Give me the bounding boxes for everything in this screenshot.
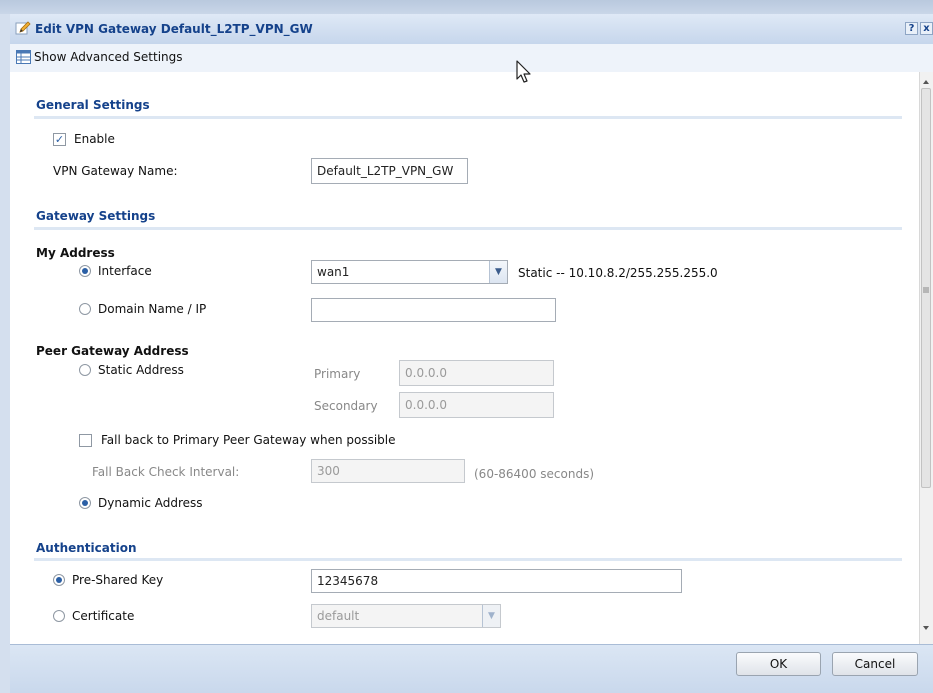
interface-label: Interface (98, 264, 152, 278)
interface-address-info: Static -- 10.10.8.2/255.255.255.0 (518, 266, 718, 280)
chevron-down-icon[interactable]: ▼ (489, 261, 507, 283)
primary-label: Primary (314, 367, 361, 381)
fallback-interval-label: Fall Back Check Interval: (92, 465, 240, 479)
table-icon (16, 50, 31, 64)
dynamic-address-radio[interactable] (79, 497, 91, 509)
gateway-name-label: VPN Gateway Name: (53, 164, 178, 178)
pre-shared-key-field[interactable]: 12345678 (311, 569, 682, 593)
section-divider (34, 227, 902, 230)
secondary-label: Secondary (314, 399, 378, 413)
certificate-select[interactable]: default (311, 604, 501, 628)
gateway-name-field[interactable]: Default_L2TP_VPN_GW (311, 158, 468, 184)
dynamic-address-label: Dynamic Address (98, 496, 203, 510)
domain-name-radio[interactable] (79, 303, 91, 315)
cancel-button[interactable]: Cancel (832, 652, 918, 676)
help-button[interactable]: ? (905, 22, 918, 35)
my-address-heading: My Address (36, 246, 115, 260)
show-advanced-settings-button[interactable]: Show Advanced Settings (34, 50, 183, 64)
close-button[interactable]: x (920, 22, 933, 35)
scroll-up-icon[interactable] (921, 76, 931, 86)
general-settings-heading: General Settings (36, 98, 150, 112)
secondary-address-field[interactable]: 0.0.0.0 (399, 392, 554, 418)
dialog-title: Edit VPN Gateway Default_L2TP_VPN_GW (35, 22, 313, 36)
edit-pencil-icon (15, 20, 31, 36)
domain-name-label: Domain Name / IP (98, 302, 207, 316)
section-divider (34, 116, 902, 119)
pre-shared-key-label: Pre-Shared Key (72, 573, 164, 587)
pre-shared-key-radio[interactable] (53, 574, 65, 586)
static-address-label: Static Address (98, 363, 184, 377)
primary-address-field[interactable]: 0.0.0.0 (399, 360, 554, 386)
peer-gateway-heading: Peer Gateway Address (36, 344, 189, 358)
certificate-radio[interactable] (53, 610, 65, 622)
mouse-cursor-icon (516, 60, 534, 84)
fallback-label: Fall back to Primary Peer Gateway when p… (101, 433, 396, 447)
chevron-down-icon[interactable]: ▼ (482, 605, 500, 627)
ok-button[interactable]: OK (736, 652, 821, 676)
grip-icon (923, 282, 929, 293)
fallback-interval-field[interactable]: 300 (311, 459, 465, 483)
enable-checkbox[interactable]: ✓ (53, 133, 66, 146)
background-strip (0, 0, 933, 14)
gateway-settings-heading: Gateway Settings (36, 209, 156, 223)
scroll-down-icon[interactable] (921, 622, 931, 632)
interface-radio[interactable] (79, 265, 91, 277)
fallback-checkbox[interactable] (79, 434, 92, 447)
enable-label: Enable (74, 132, 115, 146)
certificate-label: Certificate (72, 609, 135, 623)
authentication-heading: Authentication (36, 541, 137, 555)
domain-name-field[interactable] (311, 298, 556, 322)
section-divider (34, 558, 902, 561)
interface-select[interactable]: wan1 (311, 260, 508, 284)
static-address-radio[interactable] (79, 364, 91, 376)
fallback-interval-hint: (60-86400 seconds) (474, 467, 594, 481)
